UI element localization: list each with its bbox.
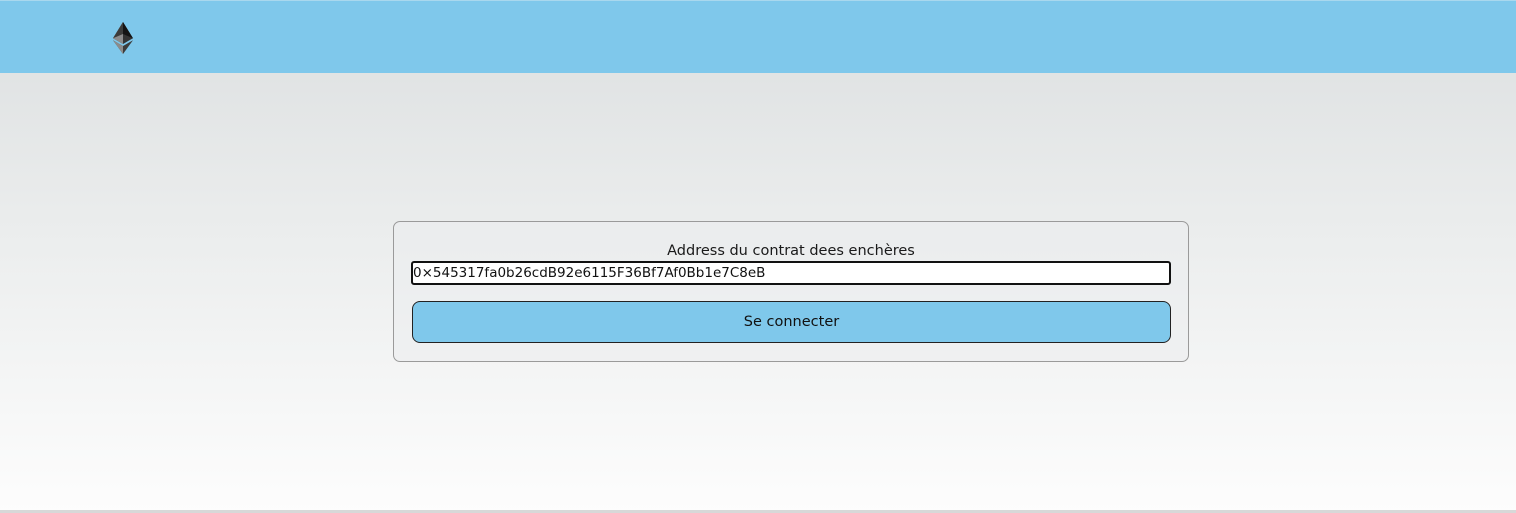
top-header-bar: [0, 0, 1516, 73]
contract-connect-card: Address du contrat dees enchères Se conn…: [393, 221, 1189, 362]
contract-address-label: Address du contrat dees enchères: [667, 243, 915, 259]
contract-address-input[interactable]: [411, 261, 1171, 285]
ethereum-logo-icon: [113, 22, 133, 54]
connect-button[interactable]: Se connecter: [412, 301, 1171, 343]
